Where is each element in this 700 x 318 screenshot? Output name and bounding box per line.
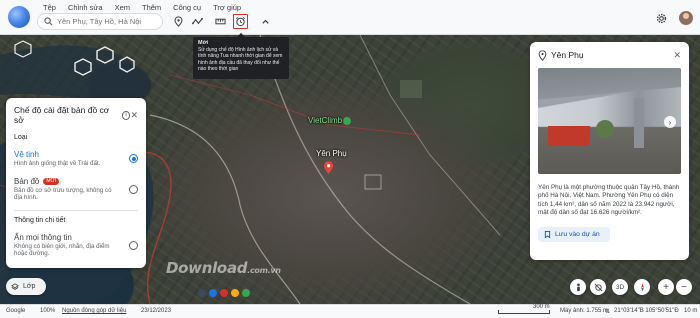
menu-file[interactable]: Tệp — [37, 2, 62, 13]
compass-button[interactable] — [634, 279, 650, 295]
status-bar: Google 100% Nguồn đóng góp dữ liệu 23/12… — [0, 304, 700, 318]
top-bar: Tệp Chỉnh sửa Xem Thêm Công cụ Trợ giúp — [0, 0, 700, 35]
location-off-button[interactable] — [590, 279, 606, 295]
option-satellite-title: Vệ tinh — [14, 150, 39, 159]
option-map-title: Bản đồ — [14, 176, 40, 186]
option-hide-all[interactable]: Ẩn mọi thông tin Không có biên giới, nhã… — [14, 233, 138, 258]
imagery-date: 23/12/2023 — [141, 308, 172, 314]
data-attribution-link[interactable]: Nguồn đóng góp dữ liệu — [62, 308, 126, 314]
option-satellite-desc: Hình ảnh giống thật về Trái đất. — [14, 160, 101, 167]
save-to-project-button[interactable]: Lưu vào dự án — [538, 226, 610, 242]
watermark-suffix: .com.vn — [247, 266, 281, 275]
street-view-button[interactable] — [570, 279, 586, 295]
close-icon[interactable]: ✕ — [130, 110, 138, 121]
menu-add[interactable]: Thêm — [136, 2, 167, 13]
place-mark-icon — [174, 16, 183, 27]
place-icon — [538, 49, 547, 61]
historical-imagery-tooltip: Mới Sử dụng chế độ Hình ảnh lịch sử và t… — [193, 33, 289, 79]
menu-bar: Tệp Chỉnh sửa Xem Thêm Công cụ Trợ giúp — [37, 2, 247, 13]
menu-help[interactable]: Trợ giúp — [207, 2, 247, 13]
collapse-icon — [262, 19, 269, 24]
color-dot — [231, 289, 239, 297]
place-description: Yên Phụ là một phường thuộc quận Tây Hồ,… — [538, 184, 680, 217]
option-map[interactable]: Bản đồ MỚI Bản đồ cơ sở trừu tượng, khôn… — [14, 177, 138, 202]
section-details-heading: Thông tin chi tiết — [14, 216, 66, 224]
zoom-out-button[interactable]: − — [676, 279, 692, 295]
pegman-icon — [576, 282, 580, 291]
zoom-in-button[interactable]: + — [658, 279, 674, 295]
search-icon — [44, 17, 53, 26]
menu-tools[interactable]: Công cụ — [167, 2, 207, 13]
color-dots — [198, 289, 250, 297]
watermark-main: Download — [166, 259, 248, 277]
tooltip-title: Mới — [198, 40, 209, 46]
plus-icon: + — [663, 281, 669, 293]
color-dot — [220, 289, 228, 297]
compass-icon — [640, 282, 644, 292]
layers-label: Lớp — [23, 283, 36, 290]
option-hide-all-title: Ẩn mọi thông tin — [14, 232, 72, 242]
minus-icon: − — [681, 281, 687, 293]
add-placemark-button[interactable] — [171, 14, 186, 29]
divider — [14, 209, 138, 211]
draw-path-button[interactable] — [190, 14, 205, 29]
photo-tree — [596, 120, 614, 138]
map-label-yen-phu[interactable]: Yên Phụ — [316, 149, 347, 158]
collapse-toolbar-button[interactable] — [258, 14, 273, 29]
toggle-3d-button[interactable]: 3D — [612, 279, 628, 295]
map-label-vietclimb[interactable]: VietClimb — [308, 116, 342, 125]
menu-edit[interactable]: Chỉnh sửa — [62, 2, 109, 13]
option-hide-all-desc: Không có biên giới, nhãn, địa điểm hoặc … — [14, 242, 110, 258]
place-title: Yên Phụ — [551, 50, 584, 60]
scale-bar — [498, 310, 550, 314]
watermark: Download.com.vn — [166, 259, 281, 277]
option-map-desc: Bản đồ cơ sở trừu tượng, không có địa hì… — [14, 186, 112, 202]
camera-altitude: Máy ảnh: 1.755 m — [560, 308, 609, 314]
layers-button[interactable]: Lớp — [6, 278, 46, 295]
zoom-level: 100% — [40, 308, 56, 314]
section-type-heading: Loại — [14, 134, 28, 141]
panel-title: Chế độ cài đặt bản đồ cơ sở — [14, 105, 110, 125]
search-box[interactable] — [37, 13, 163, 30]
color-dot — [242, 289, 250, 297]
settings-button[interactable] — [654, 11, 668, 25]
info-icon[interactable]: i — [121, 110, 131, 120]
historical-imagery-button[interactable] — [233, 14, 248, 29]
ruler-icon — [215, 18, 226, 25]
menu-view[interactable]: Xem — [109, 2, 136, 13]
location-pin-icon[interactable] — [324, 161, 333, 174]
bookmark-icon — [544, 230, 551, 238]
google-earth-logo[interactable] — [8, 6, 30, 28]
option-satellite[interactable]: Vệ tinh Hình ảnh giống thật về Trái đất. — [14, 150, 138, 168]
google-logo: Google — [6, 308, 26, 314]
save-label: Lưu vào dự án — [555, 230, 600, 238]
historical-imagery-icon — [236, 17, 245, 27]
avatar[interactable] — [679, 11, 693, 25]
coordinates: 21°03'14"B 105°50'51"Đ — [614, 308, 679, 314]
photo-shop — [548, 126, 590, 146]
hide-all-radio[interactable] — [129, 240, 138, 250]
photo-overpass — [538, 68, 681, 100]
satellite-radio[interactable] — [129, 154, 138, 164]
place-info-panel: Yên Phụ ✕ › Yên Phụ là một phường thuộc … — [530, 42, 689, 260]
elevation: 10 m — [684, 308, 698, 314]
path-icon — [192, 17, 203, 25]
close-icon[interactable]: ✕ — [673, 50, 681, 61]
toggle-3d-label: 3D — [615, 283, 625, 291]
map-radio[interactable] — [129, 184, 138, 194]
tooltip-body: Sử dụng chế độ Hình ảnh lịch sử và tính … — [198, 47, 283, 72]
new-badge: MỚI — [43, 177, 60, 185]
next-photo-button[interactable]: › — [664, 116, 676, 128]
camera-separator: ⇅ — [605, 309, 611, 315]
settings-icon — [656, 13, 666, 23]
layers-icon — [11, 282, 19, 290]
color-dot — [209, 289, 217, 297]
measure-button[interactable] — [213, 14, 228, 29]
search-input[interactable] — [57, 17, 157, 26]
base-map-settings-panel: Chế độ cài đặt bản đồ cơ sở i ✕ Loại Vệ … — [6, 98, 146, 268]
color-dot — [198, 289, 206, 297]
location-off-icon — [594, 283, 602, 291]
place-photo[interactable]: › — [538, 68, 681, 174]
photo-pillar — [634, 98, 644, 148]
